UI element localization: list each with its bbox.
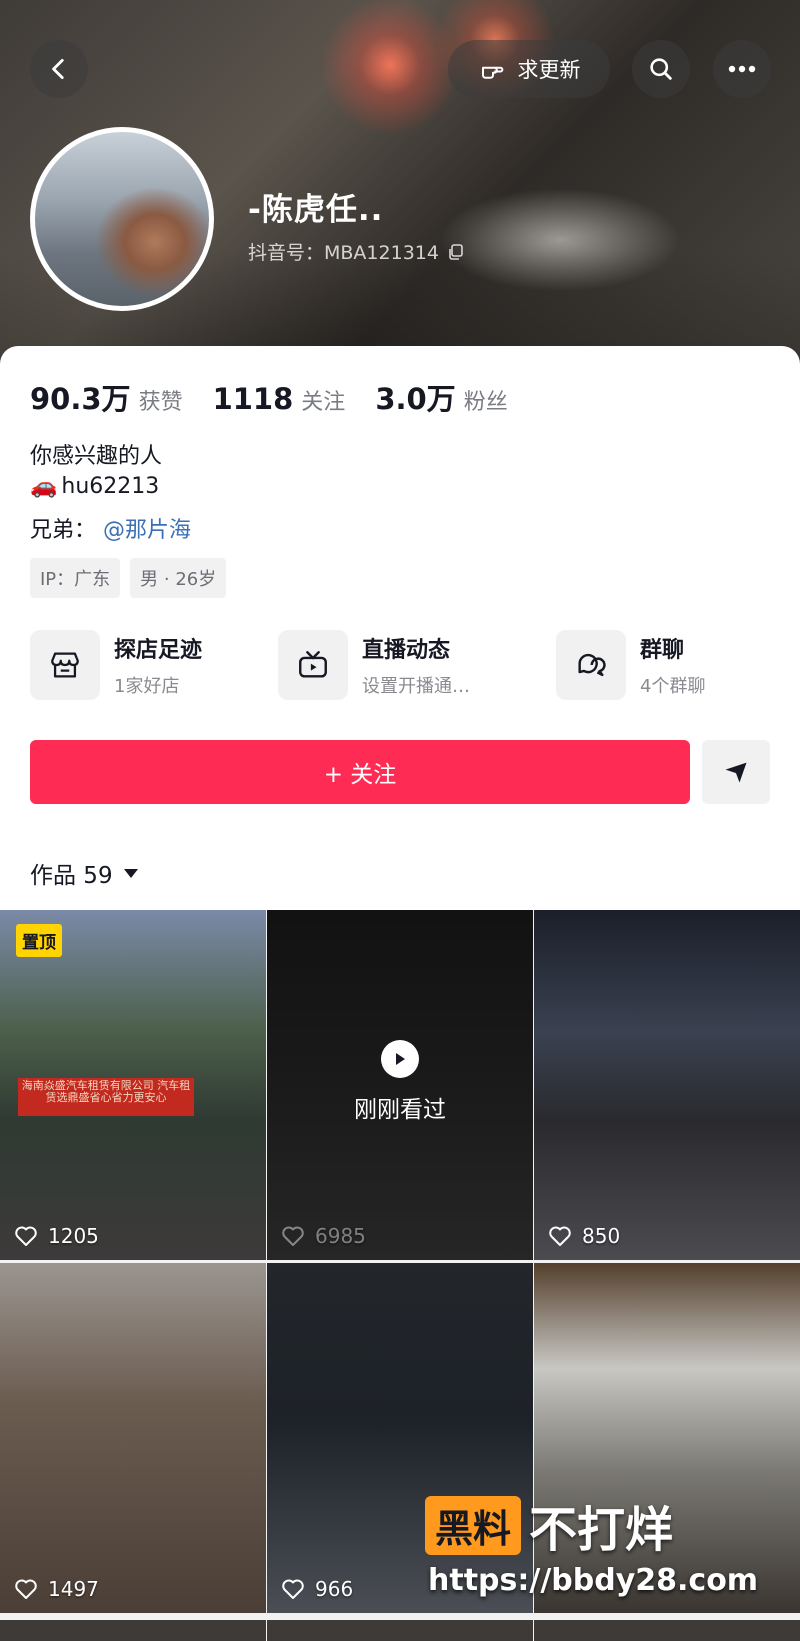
video-likes: 1205 — [14, 1224, 99, 1248]
tv-icon — [278, 630, 348, 700]
video-tile[interactable]: 850 — [534, 910, 800, 1260]
video-tile-peek[interactable] — [267, 1620, 533, 1641]
ip-location-tag: IP：广东 — [30, 558, 121, 598]
profile-card: 90.3万 获赞 1118 关注 3.0万 粉丝 你感兴趣的人 🚗 hu6221… — [0, 346, 800, 910]
gender-age-tag: 男 · 26岁 — [130, 558, 227, 598]
play-icon — [381, 1040, 419, 1078]
video-likes-count: 850 — [582, 1224, 621, 1248]
video-likes: 850 — [548, 1224, 620, 1248]
watermark-text: 不打烊 — [529, 1502, 674, 1558]
video-likes: 1497 — [14, 1577, 99, 1601]
video-tile[interactable]: 1497 — [0, 1263, 266, 1613]
works-tab[interactable]: 作品 59 — [30, 856, 139, 890]
works-label: 作品 59 — [30, 863, 113, 889]
back-button[interactable] — [30, 40, 88, 98]
caret-down-icon — [123, 869, 138, 878]
video-tile[interactable]: 海南焱盛汽车租赁有限公司 汽车租赁选鼎盛省心省力更安心 置顶 1205 — [0, 910, 266, 1260]
bio-line-2-text: hu62213 — [61, 474, 160, 499]
avatar[interactable] — [30, 127, 214, 311]
feature-chat-subtitle: 4个群聊 — [640, 676, 706, 697]
more-dots-icon — [728, 65, 756, 73]
heart-icon — [549, 1226, 571, 1246]
profile-name: -陈虎任.. — [248, 192, 384, 228]
feature-store-subtitle: 1家好店 — [114, 676, 180, 697]
pointing-hand-icon — [481, 66, 503, 79]
stat-likes[interactable]: 90.3万 获赞 — [30, 376, 183, 418]
video-likes: 6985 — [281, 1224, 366, 1248]
stats-row: 90.3万 获赞 1118 关注 3.0万 粉丝 — [30, 376, 508, 418]
send-icon — [725, 762, 747, 783]
heart-icon — [282, 1226, 304, 1246]
feature-row: 探店足迹 1家好店 直播动态 设置开播通… 群聊 4个群聊 — [30, 630, 770, 706]
douyin-id[interactable]: 抖音号：MBA121314 — [248, 238, 465, 265]
feature-store-visits[interactable]: 探店足迹 1家好店 — [30, 630, 202, 700]
follow-button[interactable]: + 关注 — [30, 740, 690, 804]
stat-following[interactable]: 1118 关注 — [213, 382, 346, 416]
video-grid: 海南焱盛汽车租赁有限公司 汽车租赁选鼎盛省心省力更安心 置顶 1205 刚刚看过… — [0, 910, 800, 1613]
bio-line-1: 你感兴趣的人 — [30, 444, 163, 469]
request-update-label: 求更新 — [517, 58, 581, 82]
profile-tags: IP：广东 男 · 26岁 — [30, 558, 227, 598]
video-tile[interactable] — [534, 1263, 800, 1613]
heart-icon — [15, 1579, 37, 1599]
bio-line-2: 🚗 hu62213 — [30, 474, 159, 499]
video-likes-count: 1497 — [48, 1577, 99, 1601]
feature-live-title: 直播动态 — [362, 638, 451, 663]
recently-watched-overlay: 刚刚看过 — [267, 1040, 533, 1124]
video-tile-peek[interactable] — [0, 1620, 266, 1641]
stat-likes-value: 90.3万 — [30, 382, 131, 416]
watermark-box: 黑料 — [425, 1495, 522, 1555]
pinned-badge: 置顶 — [16, 924, 62, 957]
bio-line-3: 兄弟： @那片海 — [30, 512, 191, 544]
video-likes: 966 — [281, 1577, 353, 1601]
search-icon — [650, 58, 672, 80]
more-button[interactable] — [713, 40, 771, 98]
stat-followers[interactable]: 3.0万 粉丝 — [375, 376, 507, 418]
chat-bubbles-icon — [556, 630, 626, 700]
heart-icon — [282, 1579, 304, 1599]
watermark: 黑料 不打烊 — [425, 1490, 673, 1560]
chevron-left-icon — [52, 58, 64, 80]
feature-chat-title: 群聊 — [640, 638, 685, 663]
feature-live-subtitle: 设置开播通… — [362, 676, 470, 697]
recently-watched-label: 刚刚看过 — [354, 1097, 446, 1123]
banner-text: 海南焱盛汽车租赁有限公司 汽车租赁选鼎盛省心省力更安心 — [18, 1078, 194, 1116]
video-likes-count: 966 — [315, 1577, 354, 1601]
stat-followers-label: 粉丝 — [463, 390, 508, 415]
car-emoji-icon: 🚗 — [30, 474, 58, 499]
copy-icon — [449, 243, 463, 260]
video-tile-peek[interactable] — [534, 1620, 800, 1641]
store-icon — [30, 630, 100, 700]
douyin-id-text: 抖音号：MBA121314 — [248, 242, 439, 264]
stat-followers-value: 3.0万 — [375, 382, 456, 416]
heart-icon — [15, 1226, 37, 1246]
mention-link[interactable]: @那片海 — [103, 518, 191, 543]
stat-following-value: 1118 — [212, 382, 294, 416]
request-update-button[interactable]: 求更新 — [448, 40, 610, 98]
video-likes-count: 6985 — [315, 1224, 366, 1248]
bio-line-3-prefix: 兄弟： — [30, 518, 97, 543]
stat-likes-label: 获赞 — [138, 390, 183, 415]
search-button[interactable] — [632, 40, 690, 98]
video-likes-count: 1205 — [48, 1224, 99, 1248]
feature-live-updates[interactable]: 直播动态 设置开播通… — [278, 630, 470, 700]
share-button[interactable] — [702, 740, 770, 804]
stat-following-label: 关注 — [301, 390, 346, 415]
feature-group-chats[interactable]: 群聊 4个群聊 — [556, 630, 705, 700]
video-tile[interactable]: 刚刚看过 6985 — [267, 910, 533, 1260]
video-tile[interactable]: 966 — [267, 1263, 533, 1613]
watermark-url: https://bbdy28.com — [428, 1563, 759, 1598]
feature-store-title: 探店足迹 — [114, 638, 203, 663]
next-row-peek — [0, 1620, 800, 1641]
